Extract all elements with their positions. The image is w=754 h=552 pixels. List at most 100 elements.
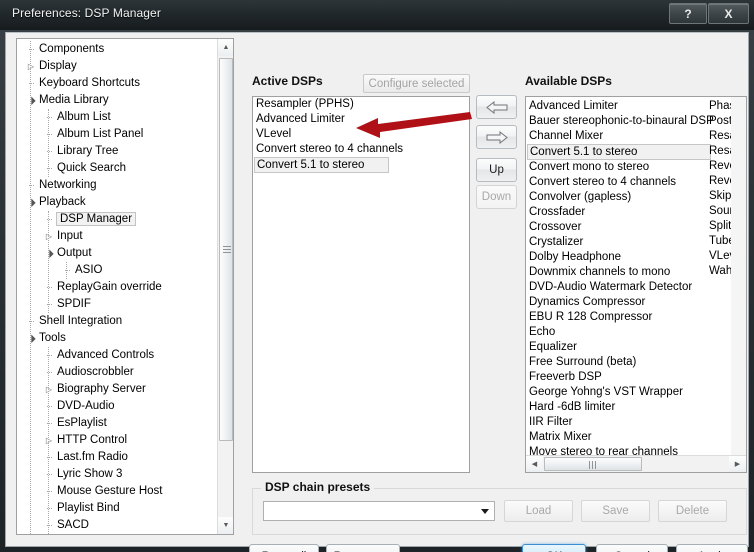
sidebar-item-display[interactable]: ▷ Display <box>17 58 217 75</box>
available-vertical-scroll-track[interactable] <box>731 97 746 472</box>
tree-vertical-scrollbar[interactable]: ▲ ▼ <box>217 39 233 534</box>
available-dsp-item[interactable]: Downmix channels to mono <box>526 265 704 280</box>
tree-connector-icon: ··· <box>46 401 53 411</box>
available-dsp-item[interactable]: Equalizer <box>526 340 704 355</box>
sidebar-item-mouse-gesture-host[interactable]: ··· Mouse Gesture Host <box>17 483 217 500</box>
available-dsp-item[interactable]: IIR Filter <box>526 415 704 430</box>
reset-all-button[interactable]: Reset all <box>249 544 319 552</box>
available-dsp-item[interactable]: Matrix Mixer <box>526 430 704 445</box>
close-button[interactable]: X <box>708 3 749 24</box>
ok-button[interactable]: OK <box>522 544 586 552</box>
sidebar-item-biography-server[interactable]: ▷ Biography Server <box>17 381 217 398</box>
available-dsp-item[interactable]: Dynamics Compressor <box>526 295 704 310</box>
scroll-down-icon[interactable]: ▼ <box>218 517 233 534</box>
scroll-up-icon[interactable]: ▲ <box>218 39 233 56</box>
sidebar-item-label: Media Library <box>39 94 109 106</box>
active-dsp-item[interactable]: VLevel <box>253 127 469 142</box>
active-dsp-item[interactable]: Resampler (PPHS) <box>253 97 469 112</box>
arrow-right-icon <box>486 130 508 144</box>
available-dsp-item[interactable]: Convert stereo to 4 channels <box>526 175 704 190</box>
sidebar-item-asio[interactable]: ··· ASIO <box>17 262 217 279</box>
scroll-left-icon[interactable]: ◀ <box>526 456 543 472</box>
save-preset-button[interactable]: Save <box>581 500 650 522</box>
available-dsp-item[interactable]: Free Surround (beta) <box>526 355 704 370</box>
available-dsp-item[interactable]: Convert mono to stereo <box>526 160 704 175</box>
sidebar-item-playback[interactable]: ◢ Playback <box>17 194 217 211</box>
sidebar-item-esplaylist[interactable]: ··· EsPlaylist <box>17 415 217 432</box>
sidebar-item-label: Playback <box>39 196 86 208</box>
sidebar-item-label: ASIO <box>75 264 103 276</box>
cancel-button[interactable]: Cancel <box>596 544 668 552</box>
sidebar-item-audioscrobbler[interactable]: ··· Audioscrobbler <box>17 364 217 381</box>
sidebar-item-library-tree[interactable]: ··· Library Tree <box>17 143 217 160</box>
configure-selected-button[interactable]: Configure selected <box>363 74 470 93</box>
sidebar-item-quick-search[interactable]: ··· Quick Search <box>17 160 217 177</box>
available-dsp-item[interactable]: Crossover <box>526 220 704 235</box>
preset-combobox[interactable] <box>263 501 495 521</box>
sidebar-item-label: Biography Server <box>57 383 146 395</box>
move-left-button[interactable] <box>476 95 517 119</box>
sidebar-item-label: Lyric Show 3 <box>57 468 123 480</box>
active-dsps-list[interactable]: Resampler (PPHS) Advanced Limiter VLevel Co… <box>252 96 470 473</box>
sidebar-item-label: Last.fm Radio <box>57 451 128 463</box>
move-down-button[interactable]: Down <box>476 185 517 209</box>
available-dsp-item[interactable]: Advanced Limiter <box>526 99 704 114</box>
grip-icon <box>589 461 597 469</box>
available-dsp-item[interactable]: Hard -6dB limiter <box>526 400 704 415</box>
available-dsps-list[interactable]: Advanced Limiter Bauer stereophonic-to-bi… <box>525 96 747 473</box>
sidebar-item-http-control[interactable]: ▷ HTTP Control <box>17 432 217 449</box>
move-up-button[interactable]: Up <box>476 158 517 182</box>
available-dsp-item[interactable]: Convolver (gapless) <box>526 190 704 205</box>
active-dsp-item[interactable]: Convert 5.1 to stereo <box>254 157 389 173</box>
available-dsp-item[interactable]: George Yohng's VST Wrapper <box>526 385 704 400</box>
dialog-client-area: ··· Components ▷ Display ··· Keyboard Shortcu… <box>5 32 749 552</box>
available-dsp-item[interactable]: Channel Mixer <box>526 129 704 144</box>
preferences-tree[interactable]: ··· Components ▷ Display ··· Keyboard Shortcu… <box>16 38 234 535</box>
load-preset-button[interactable]: Load <box>504 500 573 522</box>
tree-scroll-thumb[interactable] <box>219 58 233 441</box>
chevron-down-icon[interactable] <box>481 509 489 514</box>
sidebar-item-playlist-bind[interactable]: ··· Playlist Bind <box>17 500 217 517</box>
apply-button[interactable]: Apply <box>676 544 748 552</box>
available-dsp-item[interactable]: Crystalizer <box>526 235 704 250</box>
sidebar-item-output[interactable]: ◢ Output <box>17 245 217 262</box>
scroll-right-icon[interactable]: ▶ <box>729 456 746 472</box>
move-right-button[interactable] <box>476 125 517 149</box>
available-dsp-item[interactable]: Freeverb DSP <box>526 370 704 385</box>
sidebar-item-album-list-panel[interactable]: ··· Album List Panel <box>17 126 217 143</box>
sidebar-item-lyric-show-3[interactable]: ··· Lyric Show 3 <box>17 466 217 483</box>
sidebar-item-replaygain-override[interactable]: ··· ReplayGain override <box>17 279 217 296</box>
tree-connector-icon: ··· <box>28 44 35 54</box>
available-dsp-item[interactable]: Convert 5.1 to stereo <box>527 144 711 160</box>
sidebar-item-shell-integration[interactable]: ··· Shell Integration <box>17 313 217 330</box>
sidebar-item-dvd-audio[interactable]: ··· DVD-Audio <box>17 398 217 415</box>
sidebar-item-keyboard-shortcuts[interactable]: ··· Keyboard Shortcuts <box>17 75 217 92</box>
reset-page-button[interactable]: Reset page <box>326 544 400 552</box>
available-dsp-item[interactable]: DVD-Audio Watermark Detector <box>526 280 704 295</box>
delete-preset-button[interactable]: Delete <box>658 500 727 522</box>
sidebar-item-dsp-manager[interactable]: ··· DSP Manager <box>17 211 217 228</box>
active-dsp-item[interactable]: Advanced Limiter <box>253 112 469 127</box>
sidebar-item-last-fm-radio[interactable]: ··· Last.fm Radio <box>17 449 217 466</box>
sidebar-item-sacd[interactable]: ··· SACD <box>17 517 217 534</box>
sidebar-item-networking[interactable]: ··· Networking <box>17 177 217 194</box>
help-button[interactable]: ? <box>669 3 707 24</box>
available-horizontal-scrollbar[interactable]: ◀ ▶ <box>526 455 746 472</box>
sidebar-item-components[interactable]: ··· Components <box>17 41 217 58</box>
available-dsp-item[interactable]: Bauer stereophonic-to-binaural DSP <box>526 114 714 129</box>
available-dsp-item[interactable]: EBU R 128 Compressor <box>526 310 704 325</box>
available-dsp-item[interactable]: Crossfader <box>526 205 704 220</box>
available-scroll-thumb[interactable] <box>544 457 642 471</box>
sidebar-item-tools[interactable]: ◢ Tools <box>17 330 217 347</box>
sidebar-item-media-library[interactable]: ◢ Media Library <box>17 92 217 109</box>
sidebar-item-tagging[interactable]: ▷Tagging <box>17 534 217 535</box>
sidebar-item-advanced-controls[interactable]: ··· Advanced Controls <box>17 347 217 364</box>
active-dsp-item[interactable]: Convert stereo to 4 channels <box>253 142 469 157</box>
sidebar-item-label: Advanced Controls <box>57 349 155 361</box>
sidebar-item-album-list[interactable]: ··· Album List <box>17 109 217 126</box>
sidebar-item-label: HTTP Control <box>57 434 128 446</box>
tree-connector-icon: ··· <box>64 265 71 275</box>
available-dsp-item[interactable]: Dolby Headphone <box>526 250 704 265</box>
sidebar-item-spdif[interactable]: ··· SPDIF <box>17 296 217 313</box>
available-dsp-item[interactable]: Echo <box>526 325 704 340</box>
